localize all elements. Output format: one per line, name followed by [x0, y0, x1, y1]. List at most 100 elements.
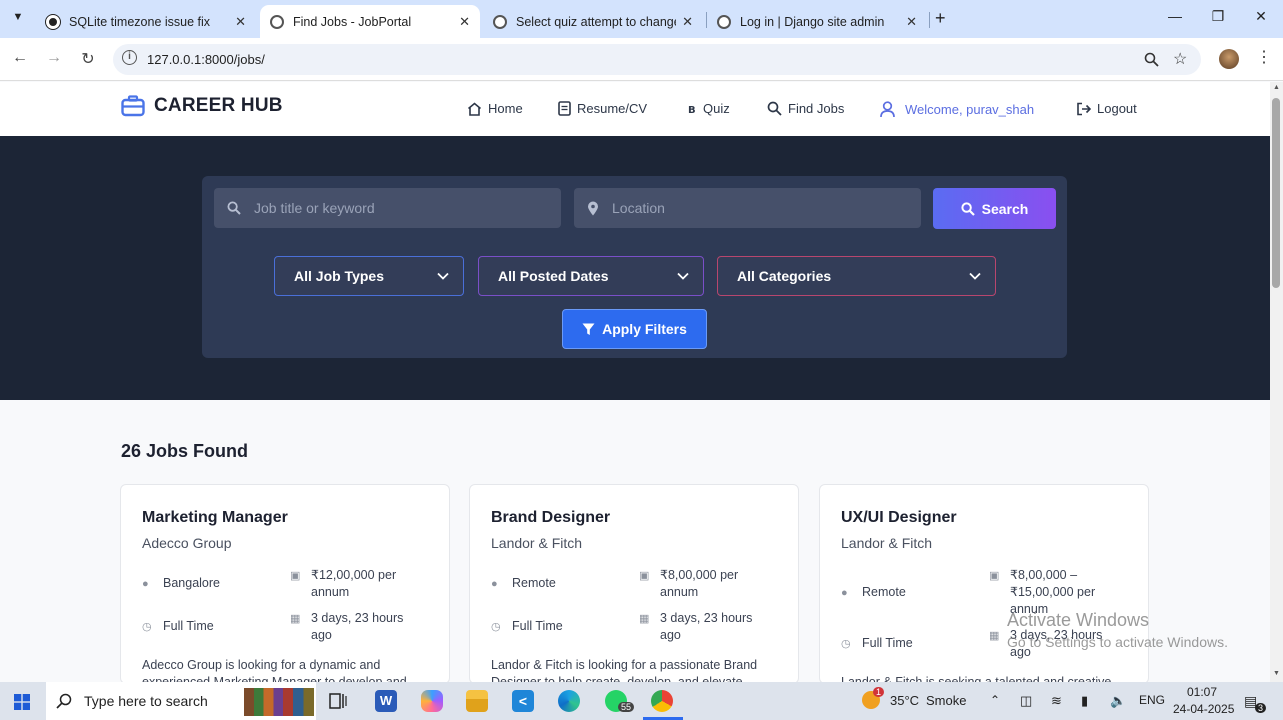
vscode-icon[interactable]: <	[512, 690, 534, 712]
task-view-icon[interactable]	[329, 693, 347, 709]
job-location: ● Remote	[841, 584, 906, 602]
close-tab-icon[interactable]: ✕	[235, 14, 246, 30]
windows-taskbar: Type here to search W < 55 1 35°C Smoke …	[0, 682, 1283, 720]
job-type-text: Full Time	[512, 619, 563, 633]
scroll-up-arrow-icon[interactable]: ▲	[1273, 84, 1280, 91]
file-explorer-icon[interactable]	[466, 690, 488, 712]
word-icon[interactable]: W	[375, 690, 397, 712]
activate-windows-title: Activate Windows	[1007, 610, 1150, 630]
job-description: Adecco Group is looking for a dynamic an…	[142, 658, 407, 684]
address-bar[interactable]: i 127.0.0.1:8000/jobs/ ☆	[113, 44, 1201, 75]
nav-quiz-label: Quiz	[703, 101, 730, 116]
job-title[interactable]: Brand Designer	[491, 509, 610, 527]
bookmark-star-icon[interactable]: ☆	[1173, 49, 1187, 69]
clock-time[interactable]: 01:07	[1187, 685, 1217, 699]
calendar-icon: ▦	[290, 613, 301, 625]
copilot-icon[interactable]	[421, 690, 443, 712]
profile-avatar[interactable]	[1219, 49, 1239, 69]
close-tab-icon[interactable]: ✕	[682, 14, 693, 30]
forward-arrow-icon[interactable]: →	[43, 49, 65, 67]
nav-home[interactable]: Home	[467, 101, 523, 116]
notifications-count-badge: 3	[1255, 703, 1267, 713]
wifi-icon[interactable]: ≋	[1051, 693, 1062, 709]
company-name: Landor & Fitch	[841, 535, 933, 551]
battery-icon[interactable]: ▮	[1081, 693, 1088, 709]
browser-tab-quiz-attempt[interactable]: Select quiz attempt to change | ✕	[483, 5, 703, 38]
weather-condition[interactable]: Smoke	[926, 693, 966, 708]
nav-logout[interactable]: Logout	[1076, 101, 1137, 116]
close-tab-icon[interactable]: ✕	[906, 14, 917, 30]
tray-chevron-up-icon[interactable]: ⌃	[990, 693, 1000, 707]
site-info-icon[interactable]: i	[122, 50, 137, 65]
volume-icon[interactable]: 🔈	[1110, 693, 1126, 709]
edge-icon[interactable]	[558, 690, 580, 712]
map-pin-icon: ●	[841, 587, 848, 599]
meet-now-icon[interactable]: ◫	[1020, 693, 1032, 709]
home-icon	[467, 101, 482, 116]
job-types-select[interactable]: All Job Types	[274, 256, 464, 296]
keyword-input[interactable]: Job title or keyword	[214, 188, 561, 228]
taskbar-search-placeholder: Type here to search	[84, 693, 208, 709]
categories-value: All Categories	[737, 268, 832, 284]
nav-resume[interactable]: Resume/CV	[558, 101, 647, 116]
browser-tab-find-jobs[interactable]: Find Jobs - JobPortal ✕	[260, 5, 480, 38]
location-placeholder: Location	[612, 200, 665, 216]
close-window-icon[interactable]: ✕	[1246, 8, 1276, 25]
nav-welcome-user[interactable]: Welcome, purav_shah	[880, 101, 1034, 118]
clock-date[interactable]: 24-04-2025	[1173, 702, 1234, 716]
scrollbar-thumb[interactable]	[1272, 98, 1280, 288]
search-button[interactable]: Search	[933, 188, 1056, 229]
menu-kebab-icon[interactable]: ⋮	[1256, 47, 1272, 67]
site-logo[interactable]: CAREER HUB	[121, 95, 283, 117]
nav-home-label: Home	[488, 101, 523, 116]
chrome-icon[interactable]	[651, 690, 673, 712]
tab-search-button[interactable]: ▼	[8, 11, 28, 23]
categories-select[interactable]: All Categories	[717, 256, 996, 296]
logout-icon	[1077, 102, 1091, 115]
tab-separator	[929, 12, 930, 28]
minimize-icon[interactable]: —	[1160, 8, 1190, 24]
nav-welcome-label: Welcome, purav_shah	[905, 102, 1035, 117]
site-header: CAREER HUB Home Resume/CV B Quiz Find Jo…	[0, 82, 1270, 136]
browser-tab-sqlite[interactable]: SQLite timezone issue fix ✕	[36, 5, 256, 38]
zoom-icon[interactable]	[1144, 52, 1159, 67]
restore-icon[interactable]: ❐	[1203, 8, 1233, 25]
job-card[interactable]: Marketing Manager Adecco Group ● Bangalor…	[120, 484, 450, 684]
location-input[interactable]: Location	[574, 188, 921, 228]
apply-filters-button[interactable]: Apply Filters	[562, 309, 707, 349]
map-pin-icon: ●	[491, 578, 498, 590]
job-title[interactable]: Marketing Manager	[142, 509, 288, 527]
chevron-down-icon	[677, 272, 689, 280]
browser-tab-django-admin[interactable]: Log in | Django site admin ✕	[707, 5, 927, 38]
language-indicator[interactable]: ENG	[1139, 693, 1165, 707]
nav-find-jobs[interactable]: Find Jobs	[767, 101, 844, 116]
new-tab-plus-icon[interactable]: +	[935, 8, 946, 29]
tab-title: Log in | Django site admin	[740, 14, 885, 29]
globe-icon	[717, 14, 731, 29]
posted-dates-select[interactable]: All Posted Dates	[478, 256, 704, 296]
search-button-label: Search	[981, 200, 1029, 217]
money-icon: ▣	[989, 570, 1000, 582]
scroll-down-arrow-icon[interactable]: ▼	[1273, 670, 1280, 677]
job-card[interactable]: Brand Designer Landor & Fitch ● Remote ▣ ₹…	[469, 484, 799, 684]
whatsapp-unread-badge: 55	[618, 702, 635, 712]
job-types-value: All Job Types	[294, 268, 384, 284]
back-arrow-icon[interactable]: ←	[9, 49, 31, 67]
brand-name: CAREER HUB	[154, 95, 283, 116]
browser-tab-strip: ▼ SQLite timezone issue fix ✕ Find Jobs …	[0, 0, 1283, 38]
job-card[interactable]: UX/UI Designer Landor & Fitch ● Remote ▣ ₹…	[819, 484, 1149, 684]
job-title[interactable]: UX/UI Designer	[841, 509, 957, 527]
weather-temperature[interactable]: 35°C	[890, 693, 919, 708]
reload-icon[interactable]: ↻	[77, 49, 99, 69]
taskbar-search-box[interactable]: Type here to search	[46, 682, 316, 720]
windows-start-icon[interactable]	[14, 694, 30, 710]
page-scrollbar[interactable]: ▲ ▼	[1270, 82, 1283, 682]
user-icon	[880, 101, 895, 118]
nav-quiz[interactable]: B Quiz	[688, 101, 730, 116]
job-description: Landor & Fitch is looking for a passiona…	[491, 658, 758, 684]
close-tab-icon[interactable]: ✕	[459, 14, 470, 30]
money-icon: ▣	[290, 570, 301, 582]
books-widget-icon	[244, 688, 314, 716]
company-name: Adecco Group	[142, 535, 232, 551]
search-icon	[961, 201, 975, 216]
